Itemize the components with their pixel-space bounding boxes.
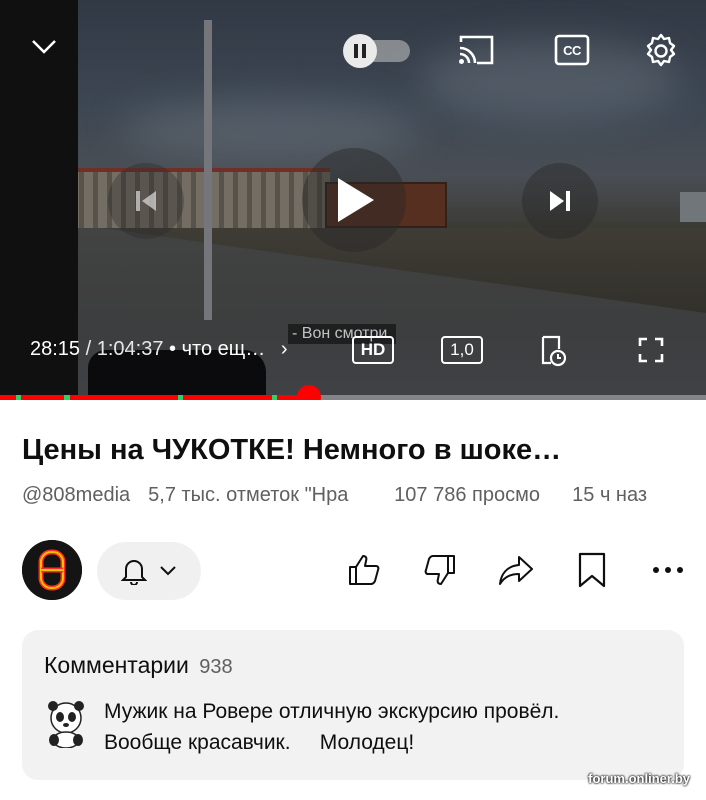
minimize-chevron-icon[interactable] <box>22 30 66 64</box>
captions-button[interactable]: CC <box>554 34 590 66</box>
views-count: 107 786 просмо <box>394 484 540 506</box>
chevron-down-icon <box>160 566 176 576</box>
save-button[interactable] <box>572 550 612 590</box>
video-meta-row[interactable]: @808media 5,7 тыс. отметок "Нра 107 786 … <box>22 484 688 510</box>
total-duration: 1:04:37 <box>96 338 164 360</box>
more-dots-icon <box>653 567 683 573</box>
quality-label: HD <box>360 340 386 359</box>
video-info-sheet: Цены на ЧУКОТКЕ! Немного в шоке… @808med… <box>0 400 706 800</box>
next-button[interactable] <box>522 163 598 239</box>
watermark: forum.onliner.by <box>588 771 690 786</box>
commenter-avatar[interactable] <box>44 700 88 749</box>
time-display[interactable]: 28:15 / 1:04:37 • что ещ… › <box>30 338 287 361</box>
upload-age: 15 ч наз <box>572 484 648 506</box>
quality-button[interactable]: HD <box>352 336 394 364</box>
video-title[interactable]: Цены на ЧУКОТКЕ! Немного в шоке… <box>22 434 692 467</box>
thumbs-up-icon <box>349 555 380 585</box>
chapter-title[interactable]: что ещ… <box>182 338 266 360</box>
comments-count: 938 <box>199 656 233 678</box>
bell-icon <box>121 560 147 585</box>
chapter-chevron-icon[interactable]: › <box>281 338 288 360</box>
share-arrow-icon <box>499 556 533 585</box>
top-comment-text: Мужик на Ровере отличную экскурсию провё… <box>104 700 560 754</box>
autoplay-toggle[interactable] <box>342 34 412 68</box>
share-button[interactable] <box>496 550 536 590</box>
channel-avatar[interactable] <box>22 540 82 600</box>
likes-count: 5,7 тыс. отметок "Нра <box>148 484 349 506</box>
speed-label: 1,0 <box>450 340 474 359</box>
bookmark-icon <box>578 552 606 588</box>
thumbs-down-icon <box>424 555 455 585</box>
comments-title: Комментарии <box>44 652 189 678</box>
fullscreen-icon[interactable] <box>636 336 666 364</box>
comments-heading: Комментарии 938 <box>44 652 233 679</box>
chapter-dot: • <box>169 338 177 360</box>
sleep-timer-icon[interactable] <box>536 334 568 368</box>
channel-handle[interactable]: @808media <box>22 484 130 510</box>
dislike-button[interactable] <box>420 550 460 590</box>
current-time: 28:15 <box>30 338 81 360</box>
video-player[interactable]: CC - Вон смотри. 28:15 / 1:04:37 • что е… <box>0 0 706 400</box>
previous-button[interactable] <box>108 163 184 239</box>
comments-panel[interactable]: Комментарии 938 Мужик на Ровере отличную… <box>22 630 684 780</box>
subscription-bell-button[interactable] <box>97 542 201 600</box>
play-button[interactable] <box>302 148 406 252</box>
like-button[interactable] <box>344 550 384 590</box>
more-options-button[interactable] <box>648 550 688 590</box>
captions-label: CC <box>563 42 581 58</box>
speed-button[interactable]: 1,0 <box>441 336 483 364</box>
time-separator: / <box>85 338 92 360</box>
settings-gear-icon[interactable] <box>640 30 682 72</box>
progress-scrubber[interactable] <box>296 385 321 400</box>
cast-icon[interactable] <box>456 32 496 68</box>
